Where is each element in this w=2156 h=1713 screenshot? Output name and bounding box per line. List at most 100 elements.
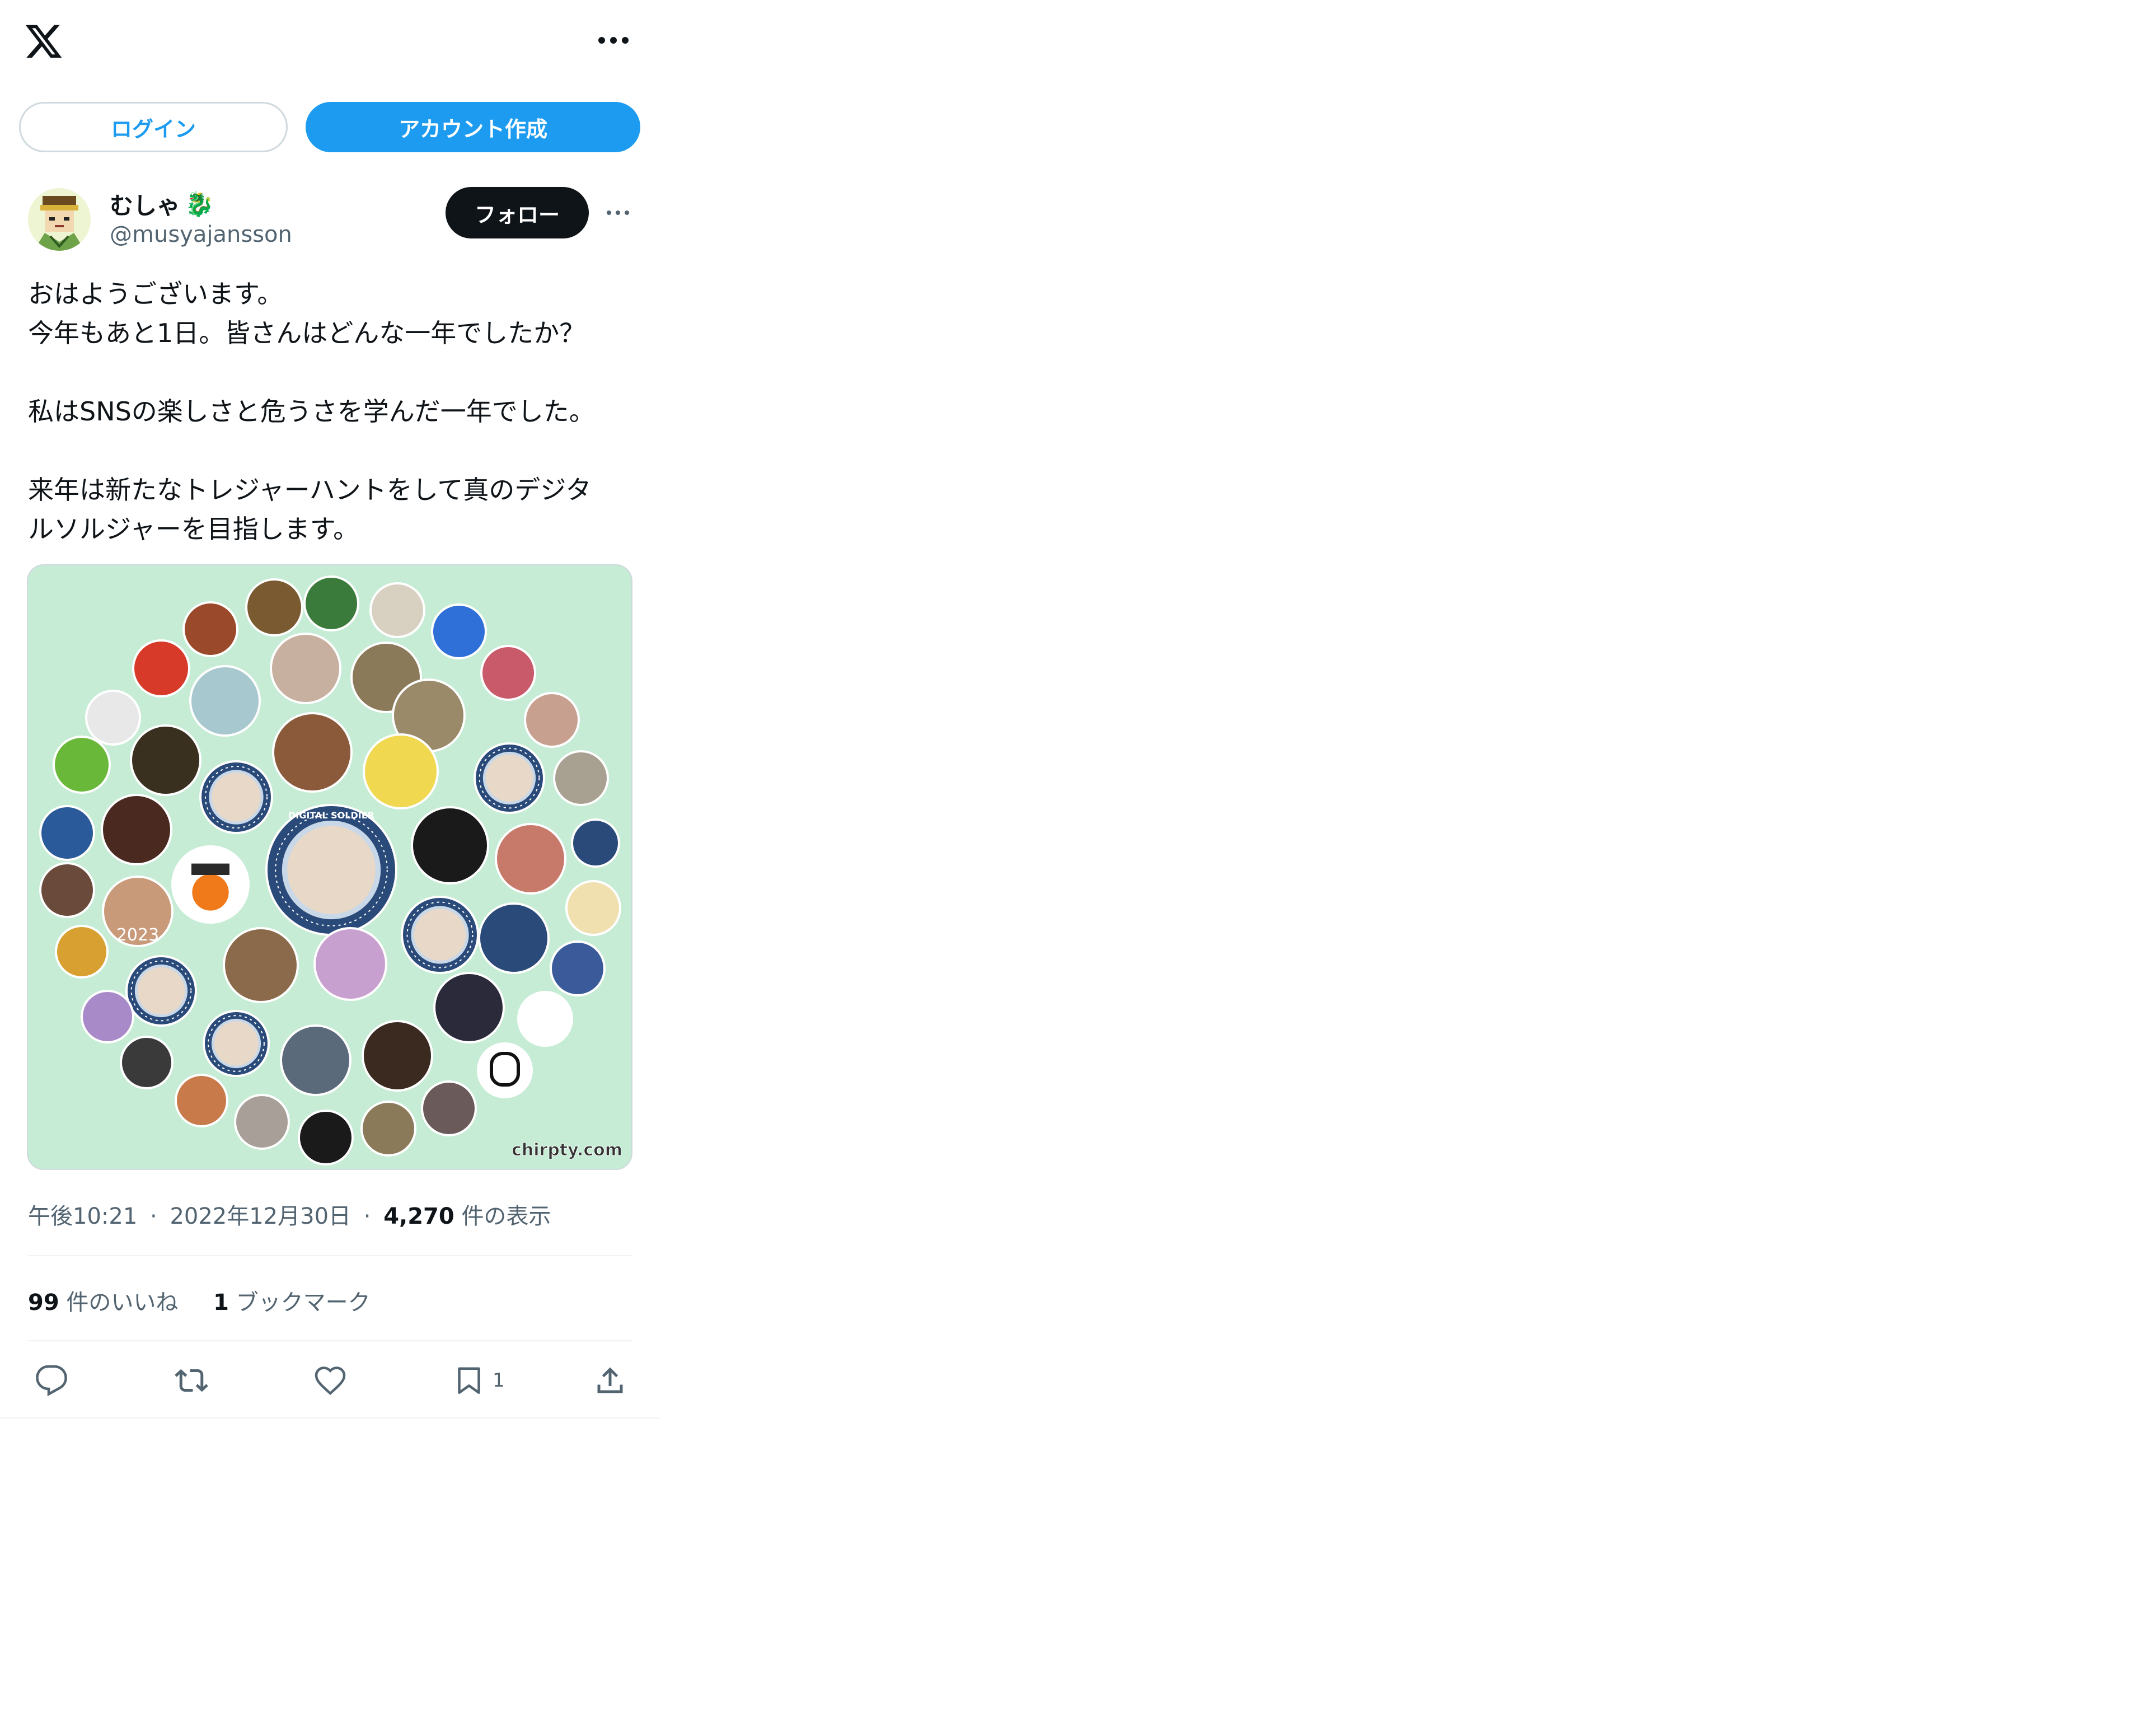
tweet-text-line: おはようございます。 — [28, 279, 283, 309]
tweet-date[interactable]: 2022年12月30日 — [170, 1204, 351, 1229]
collage-avatar — [120, 1036, 174, 1089]
collage-avatar — [411, 806, 489, 884]
collage-avatar — [265, 804, 397, 936]
heart-icon — [315, 1366, 346, 1396]
view-count: 4,270 — [383, 1204, 454, 1229]
bookmark-icon — [458, 1367, 480, 1394]
collage-avatar — [270, 633, 341, 704]
collage-avatar — [565, 880, 621, 936]
collage-avatar — [480, 645, 536, 701]
tweet-text-line: ルソルジャーを目指します。 — [28, 514, 359, 544]
tweet-text: おはようございます。 今年もあと1日。皆さんはどんな一年でしたか？ 私はSNSの… — [28, 274, 632, 549]
dragon-emoji-icon: 🐉 — [185, 190, 214, 218]
bookmark-button[interactable]: 1 — [452, 1360, 505, 1401]
avatar-circle-collage: DIGITAL SOLDIER 2023 — [39, 575, 621, 1166]
collage-avatar — [101, 794, 172, 865]
collage-avatar — [421, 1080, 477, 1136]
author-display-name[interactable]: むしゃ 🐉 — [110, 187, 214, 221]
bookmarks-stat[interactable]: 1 ブックマーク — [213, 1290, 371, 1316]
login-button[interactable]: ログイン — [19, 102, 288, 152]
display-name-text: むしゃ — [110, 192, 181, 219]
tweet-stats: 99 件のいいね 1 ブックマーク — [28, 1284, 371, 1317]
create-account-button[interactable]: アカウント作成 — [306, 102, 640, 152]
collage-avatar — [130, 724, 201, 796]
collage-avatar — [39, 862, 95, 918]
year-overlay-text: 2023 — [116, 925, 159, 945]
x-logo-icon[interactable] — [24, 21, 64, 62]
collage-avatar — [55, 925, 109, 979]
reply-button[interactable] — [35, 1360, 68, 1401]
collage-avatar — [369, 582, 425, 638]
like-button[interactable] — [313, 1360, 347, 1401]
collage-avatar — [85, 690, 141, 746]
collage-avatar — [313, 927, 387, 1001]
view-count-label: 件の表示 — [461, 1204, 551, 1229]
meta-separator: · — [150, 1204, 157, 1229]
collage-avatar — [189, 665, 261, 737]
collage-avatar — [524, 692, 580, 748]
collage-avatar — [81, 990, 134, 1043]
top-bar — [0, 0, 659, 84]
collage-avatar — [298, 1110, 354, 1166]
tweet-text-line — [28, 353, 632, 392]
meta-separator: · — [363, 1204, 371, 1229]
collage-avatar — [272, 712, 353, 793]
tweet-media-image[interactable]: DIGITAL SOLDIER 2023 chirpty.com — [27, 564, 632, 1170]
collage-avatar — [245, 578, 303, 636]
collage-avatar — [571, 818, 620, 868]
tweet-text-line — [28, 431, 632, 470]
tweet-actions: 1 — [0, 1355, 659, 1405]
collage-avatar — [431, 603, 487, 659]
collage-avatar — [280, 1024, 351, 1096]
author-username[interactable]: @musyajansson — [110, 222, 292, 247]
collage-avatar — [517, 991, 573, 1047]
collage-avatar — [199, 760, 273, 834]
bottom-divider — [0, 1417, 659, 1419]
retweet-button[interactable] — [175, 1360, 208, 1401]
retweet-icon — [175, 1369, 208, 1392]
tweet-meta: 午後10:21 · 2022年12月30日 · 4,270 件の表示 — [28, 1198, 551, 1230]
collage-avatar — [234, 1094, 290, 1150]
collage-avatar — [360, 1101, 416, 1157]
share-button[interactable] — [593, 1360, 627, 1401]
divider — [28, 1340, 632, 1341]
tweet-time[interactable]: 午後10:21 — [28, 1204, 137, 1229]
collage-avatar — [478, 902, 550, 974]
bookmarks-label: ブックマーク — [236, 1290, 371, 1316]
more-horizontal-icon[interactable] — [593, 30, 634, 50]
tweet-text-line: 来年は新たなトレジャーハントをして真のデジタ — [28, 475, 592, 505]
tweet-text-line: 今年もあと1日。皆さんはどんな一年でしたか？ — [28, 318, 585, 348]
share-icon — [597, 1367, 623, 1393]
likes-count: 99 — [28, 1290, 59, 1316]
tweet-more-icon[interactable] — [604, 203, 631, 223]
collage-avatar — [477, 1042, 533, 1098]
collage-avatar — [433, 972, 505, 1043]
collage-avatar — [223, 927, 299, 1003]
collage-avatar — [125, 955, 197, 1027]
collage-avatar — [53, 736, 111, 794]
collage-avatar — [182, 601, 238, 657]
collage-avatar — [401, 896, 479, 974]
likes-stat[interactable]: 99 件のいいね — [28, 1290, 185, 1316]
collage-avatar — [495, 823, 566, 895]
divider — [28, 1255, 632, 1256]
reply-icon — [36, 1365, 67, 1397]
likes-label: 件のいいね — [66, 1290, 179, 1316]
follow-button[interactable]: フォロー — [446, 187, 589, 238]
avatar[interactable] — [28, 188, 91, 251]
badge-text: DIGITAL SOLDIER — [288, 810, 374, 821]
collage-avatar — [303, 575, 359, 631]
collage-avatar — [203, 1010, 270, 1077]
collage-avatar — [474, 742, 545, 814]
bookmark-count: 1 — [493, 1369, 505, 1392]
bookmarks-count: 1 — [213, 1290, 229, 1316]
media-watermark: chirpty.com — [512, 1140, 623, 1160]
collage-avatar — [171, 845, 250, 924]
collage-avatar — [550, 940, 606, 996]
collage-avatar — [132, 639, 190, 698]
tweet-text-line: 私はSNSの楽しさと危うさを学んだ一年でした。 — [28, 396, 595, 427]
collage-avatar — [362, 1020, 433, 1092]
collage-avatar — [175, 1074, 228, 1127]
avatar-image — [28, 188, 91, 251]
collage-avatar — [39, 805, 95, 861]
